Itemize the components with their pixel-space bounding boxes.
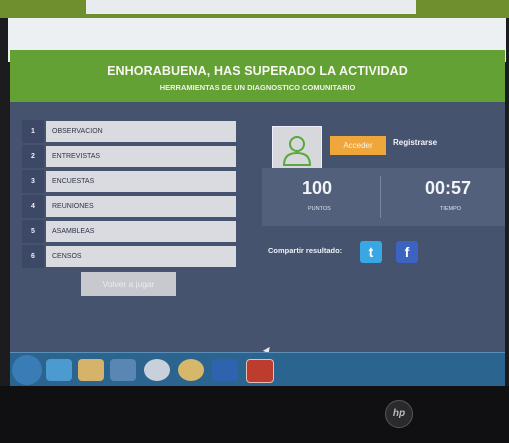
activity-label: REUNIONES xyxy=(46,196,236,217)
taskbar xyxy=(10,352,505,387)
user-icon xyxy=(282,136,312,166)
acrobat-icon[interactable] xyxy=(246,359,274,383)
activity-item[interactable]: 2 ENTREVISTAS xyxy=(22,145,236,168)
activity-label: ASAMBLEAS xyxy=(46,221,236,242)
activity-number: 3 xyxy=(22,170,44,193)
activity-item[interactable]: 3 ENCUESTAS xyxy=(22,170,236,193)
media-player-icon[interactable] xyxy=(110,359,136,381)
activity-item[interactable]: 5 ASAMBLEAS xyxy=(22,220,236,243)
windows-start-icon[interactable] xyxy=(12,355,42,385)
chrome-icon[interactable] xyxy=(144,359,170,381)
activity-label: OBSERVACION xyxy=(46,121,236,142)
monitor: ENHORABUENA, HAS SUPERADO LA ACTIVIDAD H… xyxy=(0,0,509,443)
banner-subtitle: HERRAMIENTAS DE UN DIAGNOSTICO COMUNITAR… xyxy=(159,83,356,92)
activity-number: 6 xyxy=(22,245,44,268)
folder-icon[interactable] xyxy=(78,359,104,381)
score-box: 100 PUNTOS 00:57 TIEMPO xyxy=(262,168,505,226)
ie-icon[interactable] xyxy=(46,359,72,381)
points-label: PUNTOS xyxy=(308,206,331,212)
twitter-glyph: t xyxy=(368,244,374,260)
activity-label: ENCUESTAS xyxy=(46,171,236,192)
monitor-bezel: hp xyxy=(0,386,509,443)
app-icon[interactable] xyxy=(178,359,204,381)
activity-label: ENTREVISTAS xyxy=(46,146,236,167)
activity-item[interactable]: 4 REUNIONES xyxy=(22,195,236,218)
activity-item[interactable]: 6 CENSOS xyxy=(22,245,236,268)
facebook-glyph: f xyxy=(404,244,410,260)
banner-title: ENHORABUENA, HAS SUPERADO LA ACTIVIDAD xyxy=(107,64,408,78)
share-label: Compartir resultado: xyxy=(268,246,343,255)
top-white-area xyxy=(86,0,416,14)
activity-number: 4 xyxy=(22,195,44,218)
game-panel: 1 OBSERVACION 2 ENTREVISTAS 3 ENCUESTAS … xyxy=(10,102,505,367)
activity-number: 2 xyxy=(22,145,44,168)
points-value: 100 xyxy=(302,178,333,198)
activity-item[interactable]: 1 OBSERVACION xyxy=(22,120,236,143)
activity-list: 1 OBSERVACION 2 ENTREVISTAS 3 ENCUESTAS … xyxy=(22,120,236,270)
time-value: 00:57 xyxy=(425,178,472,198)
word-icon[interactable] xyxy=(212,359,238,381)
facebook-icon[interactable]: f xyxy=(396,241,418,263)
login-button[interactable]: Acceder xyxy=(330,136,386,155)
activity-number: 5 xyxy=(22,220,44,243)
activity-label: CENSOS xyxy=(46,246,236,267)
hp-logo: hp xyxy=(385,400,413,428)
time-label: TIEMPO xyxy=(440,206,462,212)
replay-button[interactable]: Volver a jugar xyxy=(81,272,176,296)
activity-number: 1 xyxy=(22,120,44,143)
score-divider xyxy=(380,176,381,218)
top-strip xyxy=(0,0,509,18)
twitter-icon[interactable]: t xyxy=(360,241,382,263)
result-banner: ENHORABUENA, HAS SUPERADO LA ACTIVIDAD H… xyxy=(10,50,505,102)
register-link[interactable]: Registrarse xyxy=(393,138,437,147)
